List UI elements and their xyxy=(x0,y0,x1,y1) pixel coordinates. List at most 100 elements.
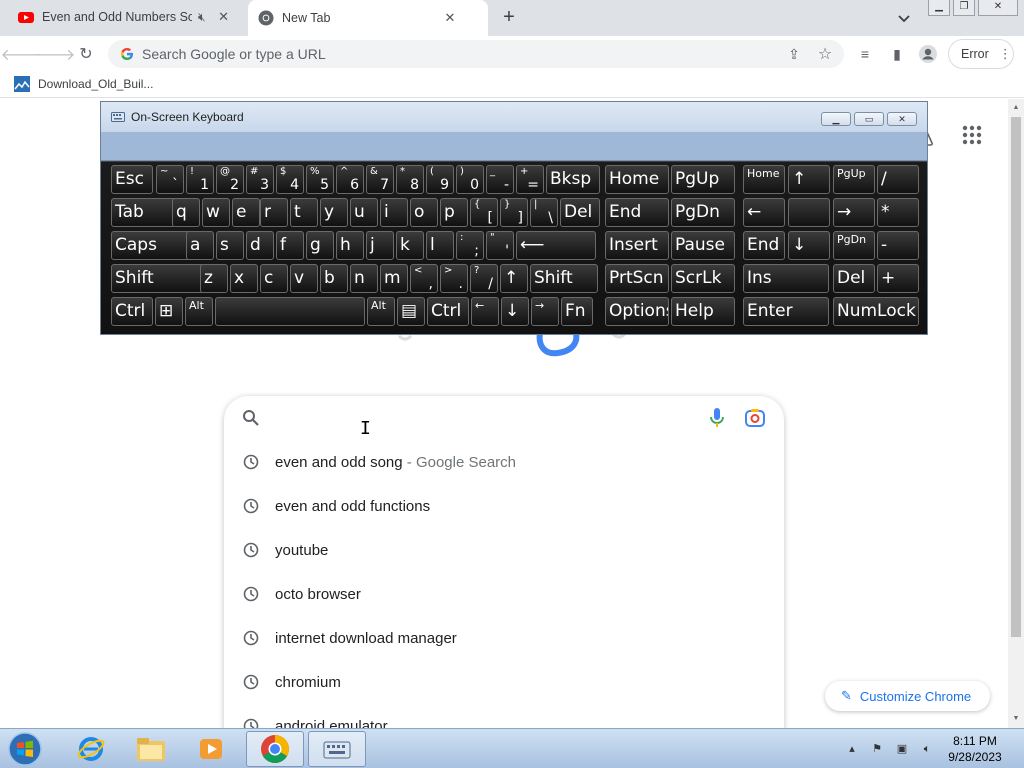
osk-key-f[interactable]: f xyxy=(276,231,304,260)
osk-key-1[interactable]: ! 1 xyxy=(186,165,214,194)
taskbar-on-screen-keyboard[interactable] xyxy=(308,731,366,767)
side-panel-icon[interactable]: ▮ xyxy=(885,42,909,66)
page-scrollbar[interactable]: ▲ ▼ xyxy=(1008,99,1024,728)
search-input[interactable]: I xyxy=(224,396,784,440)
osk-key-x[interactable]: x xyxy=(230,264,258,293)
osk-key-k[interactable]: k xyxy=(396,231,424,260)
osk-key-sym4-1[interactable]: ⊞ xyxy=(155,297,183,326)
osk-key-ins[interactable]: Ins xyxy=(743,264,829,293)
osk-key-u[interactable]: u xyxy=(350,198,378,227)
suggestion-item[interactable]: youtube xyxy=(224,528,784,572)
osk-key-home[interactable]: Home xyxy=(743,165,785,194)
osk-key-h[interactable]: h xyxy=(336,231,364,260)
osk-key-sym2-11[interactable]: " ' xyxy=(486,231,514,260)
scrollbar-thumb[interactable] xyxy=(1011,117,1021,637)
osk-key-t[interactable]: t xyxy=(290,198,318,227)
osk-key-s[interactable]: s xyxy=(216,231,244,260)
osk-key-space[interactable] xyxy=(215,297,365,326)
osk-key-ctrl[interactable]: Ctrl xyxy=(427,297,469,326)
osk-key-sym1-12[interactable]: }] xyxy=(500,198,528,227)
suggestion-item[interactable]: internet download manager xyxy=(224,616,784,660)
taskbar-media-player[interactable] xyxy=(182,731,240,767)
google-apps-icon[interactable] xyxy=(962,125,982,145)
suggestion-item[interactable]: even and odd functions xyxy=(224,484,784,528)
osk-key-pause[interactable]: Pause xyxy=(671,231,735,260)
osk-key-options[interactable]: Options xyxy=(605,297,669,326)
osk-key-numlock[interactable]: NumLock xyxy=(833,297,919,326)
osk-key-shift[interactable]: Shift xyxy=(111,264,205,293)
osk-key-sym0-20[interactable]: / xyxy=(877,165,919,194)
osk-key-sym4-7[interactable]: ← xyxy=(471,297,499,326)
osk-key-sym1-17[interactable]: ← xyxy=(743,198,785,227)
network-icon[interactable]: ▣ xyxy=(894,741,910,757)
osk-key-insert[interactable]: Insert xyxy=(605,231,669,260)
osk-key-esc[interactable]: Esc xyxy=(111,165,153,194)
taskbar-internet-explorer[interactable] xyxy=(62,731,120,767)
osk-key-0[interactable]: ) 0 xyxy=(456,165,484,194)
suggestion-item[interactable]: chromium xyxy=(224,660,784,704)
taskbar-chrome[interactable] xyxy=(246,731,304,767)
osk-key-sym4-9[interactable]: → xyxy=(531,297,559,326)
osk-key-m[interactable]: m xyxy=(380,264,408,293)
windows-start-icon[interactable] xyxy=(6,731,44,767)
osk-key-sym2-18[interactable]: - xyxy=(877,231,919,260)
osk-key-pgup[interactable]: PgUp xyxy=(833,165,875,194)
osk-key-del[interactable]: Del xyxy=(560,198,600,227)
osk-close-button[interactable]: ✕ xyxy=(887,112,917,126)
osk-key-fn[interactable]: Fn xyxy=(561,297,593,326)
osk-key-sym1-13[interactable]: | \ xyxy=(530,198,558,227)
close-window-button[interactable]: ✕ xyxy=(978,0,1018,16)
osk-key-sym4-8[interactable]: ↓ xyxy=(501,297,529,326)
osk-key-9[interactable]: (9 xyxy=(426,165,454,194)
osk-key-alt[interactable]: Alt xyxy=(185,297,213,326)
osk-key-d[interactable]: d xyxy=(246,231,274,260)
osk-key-8[interactable]: * 8 xyxy=(396,165,424,194)
osk-key-b[interactable]: b xyxy=(320,264,348,293)
osk-key-sym2-16[interactable]: ↓ xyxy=(788,231,830,260)
profile-avatar-icon[interactable] xyxy=(916,42,940,66)
osk-key-pgdn[interactable]: PgDn xyxy=(671,198,735,227)
microphone-icon[interactable] xyxy=(710,408,724,428)
bookmark-item[interactable]: Download_Old_Buil... xyxy=(14,76,153,92)
osk-key-g[interactable]: g xyxy=(306,231,334,260)
osk-key-r[interactable]: r xyxy=(260,198,288,227)
new-tab-button[interactable]: + xyxy=(498,6,520,28)
osk-key-sym3-11[interactable]: ↑ xyxy=(500,264,528,293)
osk-key-6[interactable]: ^ 6 xyxy=(336,165,364,194)
osk-key-w[interactable]: w xyxy=(202,198,230,227)
osk-key-end[interactable]: End xyxy=(605,198,669,227)
osk-key-sym1-20[interactable]: * xyxy=(877,198,919,227)
osk-key-c[interactable]: c xyxy=(260,264,288,293)
osk-title-bar[interactable]: On-Screen Keyboard xyxy=(101,102,927,132)
osk-key-i[interactable]: i xyxy=(380,198,408,227)
osk-key-n[interactable]: n xyxy=(350,264,378,293)
kebab-menu-icon[interactable]: ⋮ xyxy=(999,46,1012,62)
scroll-up-icon[interactable]: ▲ xyxy=(1011,103,1021,113)
suggestion-item[interactable]: even and odd song - Google Search xyxy=(224,440,784,484)
tab-close-icon[interactable]: ✕ xyxy=(442,10,458,26)
osk-key-5[interactable]: % 5 xyxy=(306,165,334,194)
google-lens-icon[interactable] xyxy=(744,408,766,428)
osk-key-z[interactable]: z xyxy=(200,264,228,293)
osk-key-end[interactable]: End xyxy=(743,231,785,260)
osk-key-ctrl[interactable]: Ctrl xyxy=(111,297,153,326)
show-hidden-icons-icon[interactable]: ▴ xyxy=(844,741,860,757)
osk-key-v[interactable]: v xyxy=(290,264,318,293)
osk-key-e[interactable]: e xyxy=(232,198,260,227)
osk-key-alt[interactable]: Alt xyxy=(367,297,395,326)
osk-key-sym0-1[interactable]: ~ ` xyxy=(156,165,184,194)
osk-key-shift[interactable]: Shift xyxy=(530,264,598,293)
profile-error-button[interactable]: Error ⋮ xyxy=(948,39,1014,69)
osk-key-sym3-8[interactable]: <, xyxy=(410,264,438,293)
action-center-flag-icon[interactable]: ⚑ xyxy=(869,741,885,757)
osk-key-pgdn[interactable]: PgDn xyxy=(833,231,875,260)
osk-key-sym1-19[interactable]: → xyxy=(833,198,875,227)
osk-key-sym4-5[interactable]: ▤ xyxy=(397,297,425,326)
osk-key-4[interactable]: $4 xyxy=(276,165,304,194)
tab-new-tab[interactable]: New Tab ✕ xyxy=(248,0,488,36)
osk-key-a[interactable]: a xyxy=(186,231,214,260)
osk-key-bksp[interactable]: Bksp xyxy=(546,165,600,194)
restore-window-button[interactable]: ❐ xyxy=(953,0,975,16)
scroll-down-icon[interactable]: ▼ xyxy=(1011,714,1021,724)
media-queue-icon[interactable]: ≡ xyxy=(853,42,877,66)
